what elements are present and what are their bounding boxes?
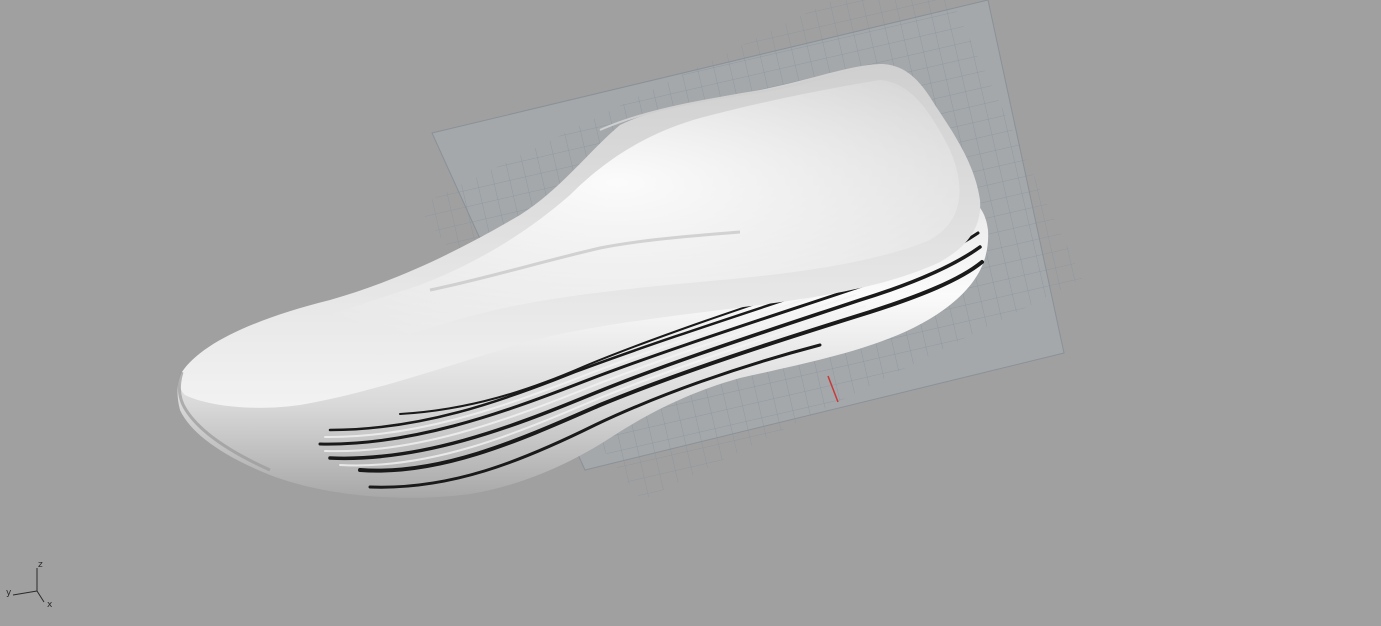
- axis-y-label: y: [6, 588, 12, 598]
- 3d-viewport[interactable]: z y x: [0, 0, 1381, 626]
- axis-x-label: x: [47, 600, 53, 610]
- axis-gizmo: z y x: [0, 555, 70, 626]
- viewport-scene[interactable]: [0, 0, 1381, 626]
- axis-z-label: z: [38, 560, 43, 570]
